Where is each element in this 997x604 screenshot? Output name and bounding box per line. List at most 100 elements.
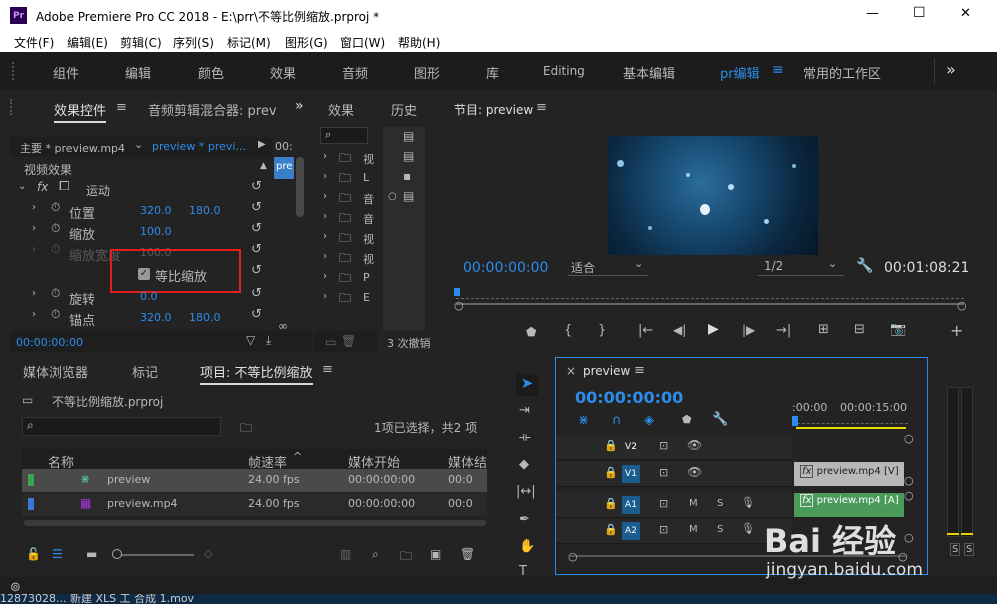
track-sync-icon[interactable]: ⊡ bbox=[659, 439, 668, 452]
project-row[interactable]: ▦ preview.mp4 24.00 fps 00:00:00:00 00:0 bbox=[22, 493, 487, 516]
voiceover-mic-icon[interactable]: 🎙 bbox=[741, 496, 755, 509]
rotation-expand-icon[interactable]: › bbox=[32, 288, 36, 299]
menu-graphics[interactable]: 图形(G) bbox=[285, 34, 328, 51]
project-row[interactable]: ⋇ preview 24.00 fps 00:00:00:00 00:0 bbox=[22, 469, 487, 492]
workspace-overflow-icon[interactable]: » bbox=[946, 60, 956, 79]
motion-transform-icon[interactable]: ⧠ bbox=[59, 179, 69, 194]
menu-help[interactable]: 帮助(H) bbox=[398, 34, 440, 51]
tab-audio-clip-mixer[interactable]: 音频剪辑混合器: prev bbox=[148, 100, 277, 119]
video-clip[interactable]: fx preview.mp4 [V] bbox=[794, 462, 904, 486]
uniform-scale-checkbox[interactable]: ✓ bbox=[138, 268, 150, 280]
program-timecode[interactable]: 00:00:00:00 bbox=[463, 260, 548, 276]
scale-stopwatch-icon[interactable]: ⏱ bbox=[51, 221, 60, 236]
program-resolution-dropdown[interactable]: 1/2 ⌄ bbox=[758, 257, 844, 276]
selection-tool-icon[interactable]: ➤ bbox=[516, 374, 538, 396]
workspace-menu-icon[interactable]: ≡ bbox=[772, 62, 784, 78]
timeline-settings-icon[interactable]: 🔧 bbox=[712, 412, 728, 427]
program-fit-dropdown[interactable]: 适合 ⌄ bbox=[568, 257, 648, 276]
automate-icon[interactable]: ▥ bbox=[340, 547, 351, 561]
play-button-icon[interactable]: ▶ bbox=[708, 321, 719, 337]
timeline-close-icon[interactable]: × bbox=[566, 364, 576, 378]
track-mute-button[interactable]: M bbox=[689, 498, 698, 509]
folder-expand-icon[interactable]: › bbox=[323, 251, 327, 262]
timeline-timecode[interactable]: 00:00:00:00 bbox=[575, 388, 683, 407]
track-solo-button[interactable]: S bbox=[717, 498, 723, 509]
workspace-libraries[interactable]: 库 bbox=[486, 63, 499, 82]
track-lock-icon[interactable]: 🔒 bbox=[604, 439, 618, 452]
track-select-tool-icon[interactable]: ⇥ bbox=[519, 403, 530, 418]
close-button[interactable]: ✕ bbox=[960, 6, 971, 21]
effects-folder[interactable]: › 🗀 P bbox=[323, 270, 375, 288]
reset-rotation-icon[interactable]: ↺ bbox=[251, 286, 262, 301]
reset-position-icon[interactable]: ↺ bbox=[251, 200, 262, 215]
clip-dropdown-icon[interactable]: ⌄ bbox=[134, 138, 143, 151]
reset-motion-icon[interactable]: ↺ bbox=[251, 179, 262, 194]
workspace-common[interactable]: 常用的工作区 bbox=[803, 63, 881, 82]
track-lock-icon[interactable]: 🔒 bbox=[604, 466, 618, 479]
menu-marker[interactable]: 标记(M) bbox=[227, 34, 271, 51]
tab-markers[interactable]: 标记 bbox=[132, 362, 158, 381]
track-target-button[interactable]: A2 bbox=[622, 522, 640, 540]
tab-effect-controls[interactable]: 效果控件 bbox=[54, 100, 107, 123]
effect-controls-timecode[interactable]: 00:00:00:00 bbox=[16, 336, 83, 349]
sequence-clip-label[interactable]: preview * previ... bbox=[152, 140, 246, 153]
anchor-expand-icon[interactable]: › bbox=[32, 309, 36, 320]
razor-tool-icon[interactable]: ◆ bbox=[519, 457, 529, 472]
find-icon[interactable]: ⌕ bbox=[372, 547, 379, 562]
workspace-color[interactable]: 颜色 bbox=[198, 63, 224, 82]
timeline-zoom-left-icon[interactable]: ○ bbox=[568, 550, 578, 563]
icon-view-icon[interactable]: ▬ bbox=[86, 547, 97, 561]
scale-value[interactable]: 100.0 bbox=[140, 225, 172, 238]
track-visibility-icon[interactable]: 👁 bbox=[687, 465, 702, 479]
minimize-button[interactable]: — bbox=[866, 6, 879, 21]
effect-controls-scrollbar[interactable] bbox=[296, 157, 304, 217]
go-to-out-icon[interactable]: →| bbox=[776, 323, 791, 338]
v-track-scroll-handle-icon[interactable]: ○ bbox=[904, 432, 914, 445]
effects-folder[interactable]: › 🗀 E bbox=[323, 290, 375, 308]
anchor-x-value[interactable]: 320.0 bbox=[140, 311, 172, 324]
history-new-item-icon[interactable]: ▤ bbox=[403, 129, 414, 143]
workspace-editing-cn[interactable]: 编辑 bbox=[125, 63, 151, 82]
folder-expand-icon[interactable]: › bbox=[323, 171, 327, 182]
master-clip-label[interactable]: 主要 * preview.mp4 bbox=[20, 140, 125, 156]
history-clip-icon[interactable]: ▪ bbox=[403, 169, 411, 183]
track-mute-button[interactable]: M bbox=[689, 524, 698, 535]
export-frame-icon[interactable]: ⤓ bbox=[266, 333, 271, 348]
settings-wrench-icon[interactable]: 🔧 bbox=[856, 258, 873, 274]
new-bin-project-icon[interactable]: 🗀 bbox=[400, 547, 412, 568]
reset-scale-width-icon[interactable]: ↺ bbox=[251, 242, 262, 257]
folder-expand-icon[interactable]: › bbox=[323, 151, 327, 162]
menu-window[interactable]: 窗口(W) bbox=[340, 34, 385, 51]
lift-icon[interactable]: ⊞ bbox=[818, 322, 829, 337]
linked-selection-icon[interactable]: ◈ bbox=[644, 413, 654, 428]
track-target-button[interactable]: V1 bbox=[622, 465, 640, 483]
track-lock-icon[interactable]: 🔒 bbox=[604, 523, 618, 536]
slip-tool-icon[interactable]: |↔| bbox=[516, 484, 536, 499]
add-button-icon[interactable]: + bbox=[950, 321, 963, 340]
folder-expand-icon[interactable]: › bbox=[323, 191, 327, 202]
workspace-effects[interactable]: 效果 bbox=[270, 63, 296, 82]
program-zoom-bar[interactable] bbox=[456, 303, 964, 311]
program-title[interactable]: 节目: preview bbox=[454, 101, 533, 118]
project-search-input[interactable]: ⌕ bbox=[22, 417, 221, 436]
track-target-button[interactable]: A1 bbox=[622, 496, 640, 514]
effects-title[interactable]: 效果 bbox=[328, 100, 354, 119]
program-menu-icon[interactable]: ≡ bbox=[536, 100, 547, 115]
folder-expand-icon[interactable]: › bbox=[323, 211, 327, 222]
track-target-button[interactable]: V2 bbox=[622, 438, 640, 456]
track-solo-button[interactable]: S bbox=[717, 524, 723, 535]
tab-project[interactable]: 项目: 不等比例缩放 bbox=[200, 362, 313, 385]
snap-icon[interactable]: ⋇ bbox=[578, 413, 589, 428]
track-sync-icon[interactable]: ⊡ bbox=[659, 466, 668, 479]
folder-expand-icon[interactable]: › bbox=[323, 291, 327, 302]
effects-folder[interactable]: › 🗀 音 bbox=[323, 210, 375, 228]
link-icon[interactable]: ∞ bbox=[278, 319, 288, 333]
a-track-scroll-handle-icon[interactable]: ○ bbox=[904, 489, 914, 502]
effects-folder[interactable]: › 🗀 音 bbox=[323, 190, 375, 208]
position-stopwatch-icon[interactable]: ⏱ bbox=[51, 200, 60, 215]
position-y-value[interactable]: 180.0 bbox=[189, 204, 221, 217]
mark-in-icon[interactable]: { bbox=[564, 323, 572, 338]
step-back-icon[interactable]: ◀| bbox=[673, 323, 686, 337]
play-clip-icon[interactable]: ▶ bbox=[258, 139, 266, 150]
reset-uniform-icon[interactable]: ↺ bbox=[251, 263, 262, 278]
